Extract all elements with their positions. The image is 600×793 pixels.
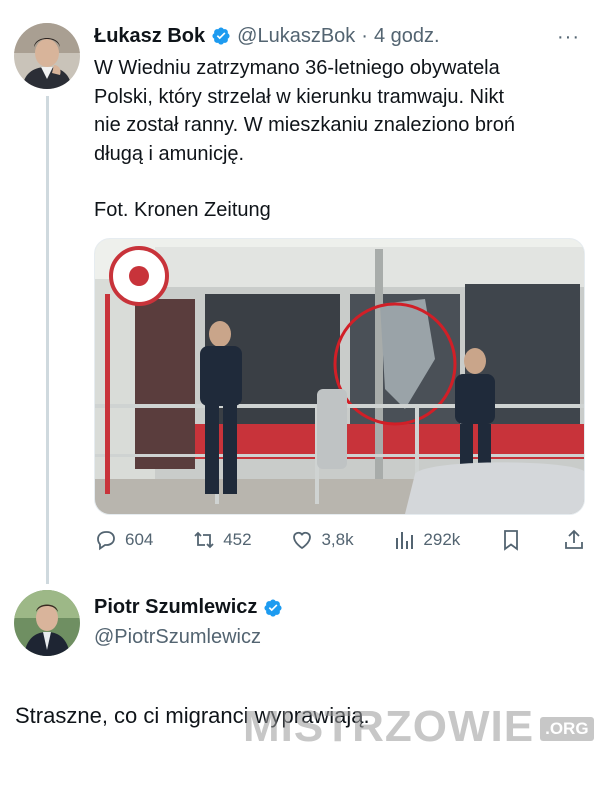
watermark-text: MISTRZOWIE <box>243 702 535 751</box>
watermark-suffix: .ORG <box>540 717 594 741</box>
tweet-text-line: W Wiedniu zatrzymano 36-letniego obywate… <box>94 57 500 79</box>
share-icon <box>565 529 583 549</box>
photo-credit: Fot. Kronen Zeitung <box>94 199 271 221</box>
reply-button[interactable]: 604 <box>94 528 153 552</box>
avatar-piotr-szumlewicz[interactable] <box>14 590 80 656</box>
reply-author-name[interactable]: Piotr Szumlewicz <box>94 596 257 619</box>
verified-badge-icon <box>264 598 282 617</box>
header-separator: · <box>361 24 368 47</box>
tweet-text-line: nie został ranny. W mieszkaniu znalezion… <box>94 114 515 136</box>
like-button[interactable]: 3,8k <box>290 528 354 552</box>
tweet-text-line: długą i amunicję. <box>94 142 245 165</box>
share-button[interactable] <box>562 528 586 552</box>
retweet-button[interactable]: 452 <box>192 528 252 552</box>
bookmark-icon <box>504 530 519 551</box>
watermark-logo: MISTRZOWIE .ORG <box>243 702 594 752</box>
retweet-icon <box>194 531 214 549</box>
tweet-header: Łukasz Bok @LukaszBok · 4 godz. <box>94 22 440 50</box>
verified-badge-icon <box>212 27 230 45</box>
tweet-text: W Wiedniu zatrzymano 36-letniego obywate… <box>94 54 574 225</box>
reply-count: 604 <box>125 530 154 549</box>
thread-connector-line <box>46 96 49 584</box>
tweet-time[interactable]: 4 godz. <box>374 25 440 48</box>
tweet-text-line: Polski, który strzelał w kierunku tramwa… <box>94 85 505 108</box>
reply-author-handle[interactable]: @PiotrSzumlewicz <box>94 626 261 649</box>
avatar-lukasz-bok[interactable] <box>14 23 80 89</box>
author-handle[interactable]: @LukaszBok <box>237 25 355 48</box>
views-icon <box>396 532 414 549</box>
bookmark-button[interactable] <box>499 528 523 552</box>
like-count: 3,8k <box>321 530 354 549</box>
views-button[interactable]: 292k <box>392 528 460 552</box>
more-options-icon[interactable]: ··· <box>557 26 580 49</box>
reply-author-header: Piotr Szumlewicz <box>94 596 283 619</box>
views-count: 292k <box>423 530 461 549</box>
tweet-actions: 604 452 3,8k 292k <box>94 526 586 554</box>
author-name[interactable]: Łukasz Bok <box>94 25 205 48</box>
retweet-count: 452 <box>223 530 252 549</box>
reply-icon <box>97 531 115 551</box>
like-icon <box>293 531 312 550</box>
tweet-photo[interactable] <box>94 238 585 515</box>
